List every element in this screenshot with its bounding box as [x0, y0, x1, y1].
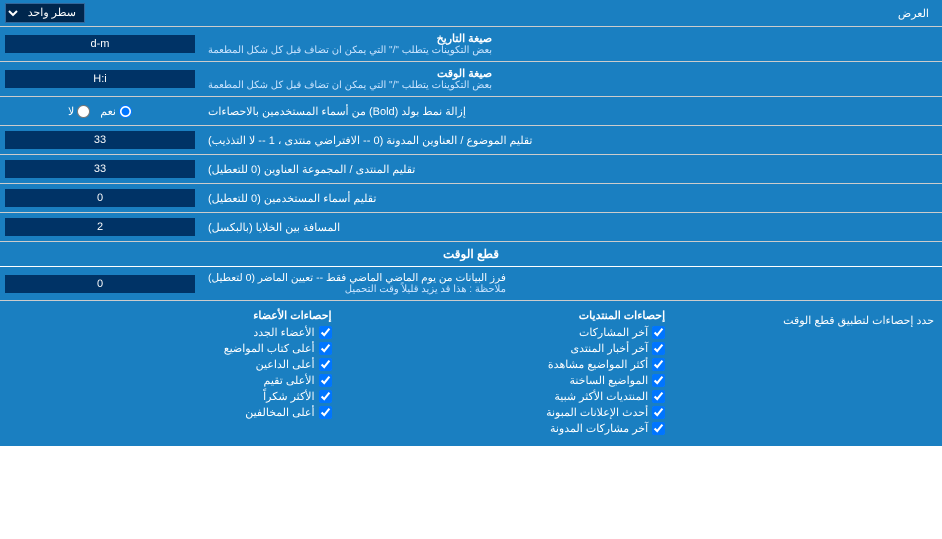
time-cut-label: فرز البيانات من يوم الماضي الماضي فقط --…	[200, 267, 942, 300]
username-align-input-cell	[0, 184, 200, 212]
list-item: آخر مشاركات المدونة	[342, 422, 666, 435]
time-cut-header: قطع الوقت	[0, 242, 942, 267]
date-format-input[interactable]	[5, 35, 195, 53]
bold-remove-label: إزالة نمط بولد (Bold) من أسماء المستخدمي…	[200, 97, 942, 125]
list-item: المنتديات الأكثر شبية	[342, 390, 666, 403]
bold-remove-input-cell: نعم لا	[0, 97, 200, 125]
time-format-row: صيغة الوقت بعض التكوينات يتطلب "/" التي …	[0, 62, 942, 97]
member-stats-title: إحصاءات الأعضاء	[8, 309, 332, 322]
stats-apply-label-col: حدد إحصاءات لتطبيق قطع الوقت	[675, 309, 934, 438]
checkbox-member-1[interactable]	[319, 326, 332, 339]
list-item: أعلى الداعين	[8, 358, 332, 371]
forum-stats-col: إحصاءات المنتديات آخر المشاركات آخر أخبا…	[342, 309, 666, 438]
display-row: العرض سطر واحد سطرين ثلاثة أسطر	[0, 0, 942, 27]
list-item: الأعضاء الجدد	[8, 326, 332, 339]
list-item: الأكثر شكراً	[8, 390, 332, 403]
username-align-row: تقليم أسماء المستخدمين (0 للتعطيل)	[0, 184, 942, 213]
bold-yes-label[interactable]: نعم	[100, 105, 132, 118]
checkbox-member-2[interactable]	[319, 342, 332, 355]
stats-apply-label: حدد إحصاءات لتطبيق قطع الوقت	[783, 314, 934, 327]
bold-yes-radio[interactable]	[119, 105, 132, 118]
cell-space-label: المسافة بين الخلايا (بالبكسل)	[200, 213, 942, 241]
checkbox-member-5[interactable]	[319, 390, 332, 403]
checkbox-forum-2[interactable]	[652, 342, 665, 355]
cell-space-input-cell	[0, 213, 200, 241]
checkbox-member-3[interactable]	[319, 358, 332, 371]
checkbox-forum-7[interactable]	[652, 422, 665, 435]
date-format-label: صيغة التاريخ بعض التكوينات يتطلب "/" الت…	[200, 27, 942, 61]
subject-align-label: تقليم الموضوع / العناوين المدونة (0 -- ا…	[200, 126, 942, 154]
list-item: الأعلى تقيم	[8, 374, 332, 387]
checkbox-member-4[interactable]	[319, 374, 332, 387]
bold-no-label[interactable]: لا	[68, 105, 90, 118]
bold-radio-group: نعم لا	[68, 105, 132, 118]
time-format-input-cell	[0, 62, 200, 96]
checkbox-forum-3[interactable]	[652, 358, 665, 371]
forum-align-label: تقليم المنتدى / المجموعة العناوين (0 للت…	[200, 155, 942, 183]
time-cut-input[interactable]	[5, 275, 195, 293]
list-item: أحدث الإعلانات المبونة	[342, 406, 666, 419]
username-align-label: تقليم أسماء المستخدمين (0 للتعطيل)	[200, 184, 942, 212]
date-format-row: صيغة التاريخ بعض التكوينات يتطلب "/" الت…	[0, 27, 942, 62]
checkbox-forum-6[interactable]	[652, 406, 665, 419]
bold-remove-row: إزالة نمط بولد (Bold) من أسماء المستخدمي…	[0, 97, 942, 126]
checkbox-forum-1[interactable]	[652, 326, 665, 339]
cell-space-row: المسافة بين الخلايا (بالبكسل)	[0, 213, 942, 242]
checkbox-member-6[interactable]	[319, 406, 332, 419]
time-format-input[interactable]	[5, 70, 195, 88]
time-format-label: صيغة الوقت بعض التكوينات يتطلب "/" التي …	[200, 62, 942, 96]
checkbox-forum-5[interactable]	[652, 390, 665, 403]
bold-no-radio[interactable]	[77, 105, 90, 118]
bottom-section: حدد إحصاءات لتطبيق قطع الوقت إحصاءات الم…	[0, 301, 942, 446]
subject-align-input[interactable]	[5, 131, 195, 149]
list-item: المواضيع الساخنة	[342, 374, 666, 387]
list-item: أعلى المخالفين	[8, 406, 332, 419]
cell-space-input[interactable]	[5, 218, 195, 236]
forum-stats-title: إحصاءات المنتديات	[342, 309, 666, 322]
list-item: أكثر المواضيع مشاهدة	[342, 358, 666, 371]
username-align-input[interactable]	[5, 189, 195, 207]
member-stats-col: إحصاءات الأعضاء الأعضاء الجدد أعلى كتاب …	[8, 309, 332, 438]
forum-align-row: تقليم المنتدى / المجموعة العناوين (0 للت…	[0, 155, 942, 184]
list-item: أعلى كتاب المواضيع	[8, 342, 332, 355]
subject-align-row: تقليم الموضوع / العناوين المدونة (0 -- ا…	[0, 126, 942, 155]
time-cut-row: فرز البيانات من يوم الماضي الماضي فقط --…	[0, 267, 942, 301]
list-item: آخر أخبار المنتدى	[342, 342, 666, 355]
list-item: آخر المشاركات	[342, 326, 666, 339]
display-select[interactable]: سطر واحد سطرين ثلاثة أسطر	[5, 3, 85, 23]
checkbox-forum-4[interactable]	[652, 374, 665, 387]
time-cut-input-cell	[0, 267, 200, 300]
date-format-input-cell	[0, 27, 200, 61]
subject-align-input-cell	[0, 126, 200, 154]
forum-align-input[interactable]	[5, 160, 195, 178]
display-label: العرض	[93, 7, 937, 20]
forum-align-input-cell	[0, 155, 200, 183]
